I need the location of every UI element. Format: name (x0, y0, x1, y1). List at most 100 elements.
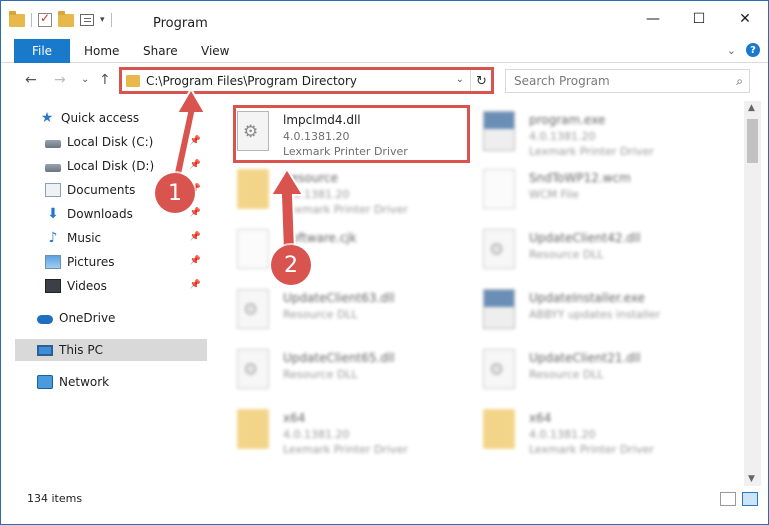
folder-icon (483, 409, 515, 449)
back-button[interactable]: ← (25, 72, 37, 88)
sidebar-item-onedrive[interactable]: OneDrive (37, 307, 207, 329)
window-title: Program (153, 16, 208, 31)
blank-file-icon (483, 169, 515, 209)
toolbar-divider (31, 13, 32, 27)
file-item[interactable]: SndToWP12.wcm WCM File (457, 163, 697, 223)
file-name: Software.cjk (283, 231, 357, 245)
network-icon (37, 375, 53, 389)
properties-check-icon[interactable] (38, 11, 52, 27)
scroll-thumb[interactable] (747, 119, 758, 163)
file-type: Resource DLL (283, 308, 358, 321)
maximize-button[interactable]: ☐ (676, 1, 722, 37)
tab-home[interactable]: Home (84, 39, 119, 63)
file-item[interactable]: UpdateClient65.dll Resource DLL (211, 343, 451, 403)
dll-file-icon (483, 229, 515, 269)
sidebar-item-network[interactable]: Network (37, 371, 207, 393)
file-type: WCM File (529, 188, 579, 201)
sidebar-item-music[interactable]: ♪ Music 📌 (45, 227, 207, 249)
dll-file-icon (237, 349, 269, 389)
file-item[interactable]: UpdateClient63.dll Resource DLL (211, 283, 451, 343)
tab-view[interactable]: View (201, 39, 229, 63)
pin-icon[interactable]: 📌 (190, 232, 201, 242)
search-input[interactable]: Search Program (514, 74, 610, 88)
recent-locations-chevron-icon[interactable]: ⌄ (81, 74, 89, 85)
exe-file-icon (483, 289, 515, 329)
videos-icon (45, 279, 61, 293)
ribbon-tabs: File Home Share View ⌄ ? (1, 39, 768, 63)
scroll-up-arrow-icon[interactable]: ▲ (748, 103, 755, 113)
tab-file[interactable]: File (14, 39, 70, 63)
expand-ribbon-chevron-icon[interactable]: ⌄ (727, 44, 736, 57)
minimize-button[interactable]: — (630, 1, 676, 37)
file-name: UpdateClient65.dll (283, 351, 395, 365)
quick-access-toolbar: ▾ (9, 10, 112, 27)
forward-button[interactable]: → (54, 72, 66, 88)
vertical-scrollbar[interactable]: ▲ ▼ (744, 101, 761, 486)
close-button[interactable]: ✕ (722, 1, 768, 37)
file-item[interactable]: UpdateClient21.dll Resource DLL (457, 343, 697, 403)
folder-icon (9, 10, 25, 27)
toolbar-divider (110, 13, 112, 27)
file-description: Lexmark Printer Driver (283, 203, 408, 216)
sidebar-item-label: Downloads (67, 207, 133, 221)
sidebar-item-label: Quick access (61, 111, 140, 125)
window-controls: — ☐ ✕ (630, 1, 768, 37)
file-item[interactable]: Resource 4.0.1381.20 Lexmark Printer Dri… (211, 163, 451, 223)
pin-icon[interactable]: 📌 (190, 136, 201, 146)
file-version: 4.0.1381.20 (529, 428, 596, 441)
details-view-icon[interactable] (720, 492, 736, 506)
drive-icon (45, 139, 61, 148)
properties-icon[interactable] (80, 14, 94, 26)
folder-icon (237, 409, 269, 449)
search-box[interactable]: Search Program ⌕ (505, 69, 750, 93)
file-description: Lexmark Printer Driver (529, 145, 654, 158)
file-highlight (233, 105, 470, 163)
scroll-down-arrow-icon[interactable]: ▼ (748, 474, 755, 484)
pin-icon[interactable]: 📌 (190, 208, 201, 218)
sidebar-item-pictures[interactable]: Pictures 📌 (45, 251, 207, 273)
file-description: Lexmark Printer Driver (283, 443, 408, 456)
customize-toolbar-chevron-icon[interactable]: ▾ (100, 15, 105, 25)
navigation-pane: ★ Quick access Local Disk (C:) 📌 Local D… (1, 101, 209, 486)
file-name: UpdateClient21.dll (529, 351, 641, 365)
pin-icon[interactable]: 📌 (190, 256, 201, 266)
sidebar-item-this-pc[interactable]: This PC (15, 339, 207, 361)
new-folder-icon[interactable] (58, 10, 74, 27)
file-name: x64 (283, 411, 306, 425)
sidebar-item-quick-access[interactable]: ★ Quick access (39, 107, 207, 129)
file-item[interactable]: x64 4.0.1381.20 Lexmark Printer Driver (457, 403, 697, 463)
file-item[interactable]: Software.cjk (211, 223, 451, 283)
blank-file-icon (237, 229, 269, 269)
file-item[interactable]: program.exe 4.0.1381.20 Lexmark Printer … (457, 105, 697, 165)
pin-icon[interactable]: 📌 (190, 280, 201, 290)
step-2-badge: 2 (271, 245, 311, 285)
folder-icon (237, 169, 269, 209)
tab-share[interactable]: Share (143, 39, 178, 63)
pin-icon[interactable]: 📌 (190, 160, 201, 170)
file-item[interactable]: x64 4.0.1381.20 Lexmark Printer Driver (211, 403, 451, 463)
sidebar-item-label: Music (67, 231, 102, 245)
help-icon[interactable]: ? (746, 43, 760, 57)
search-icon[interactable]: ⌕ (736, 74, 743, 89)
file-explorer-window: ▾ Program — ☐ ✕ File Home Share View ⌄ ?… (0, 0, 769, 525)
up-button[interactable]: ↑ (99, 72, 111, 88)
file-name: Resource (283, 171, 339, 185)
step-1-badge: 1 (155, 173, 195, 213)
sidebar-item-videos[interactable]: Videos 📌 (45, 275, 207, 297)
file-version: 4.0.1381.20 (283, 188, 350, 201)
star-icon: ★ (40, 110, 54, 126)
title-bar: ▾ Program — ☐ ✕ (1, 1, 768, 39)
file-item[interactable]: UpdateInstaller.exe ABBYY updates instal… (457, 283, 697, 343)
file-description: Lexmark Printer Driver (529, 443, 654, 456)
tiles-view-icon[interactable] (742, 492, 758, 506)
sidebar-item-label: OneDrive (59, 311, 116, 325)
view-toggle (720, 492, 758, 506)
downloads-icon: ⬇ (47, 206, 59, 222)
file-item[interactable]: UpdateClient42.dll Resource DLL (457, 223, 697, 283)
ribbon-controls: ⌄ ? (727, 43, 760, 57)
file-version: 4.0.1381.20 (283, 428, 350, 441)
status-bar: 134 items (1, 489, 768, 511)
sidebar-item-label: Videos (67, 279, 107, 293)
address-bar-highlight (119, 67, 494, 94)
sidebar-item-local-disk-c[interactable]: Local Disk (C:) 📌 (45, 131, 207, 153)
